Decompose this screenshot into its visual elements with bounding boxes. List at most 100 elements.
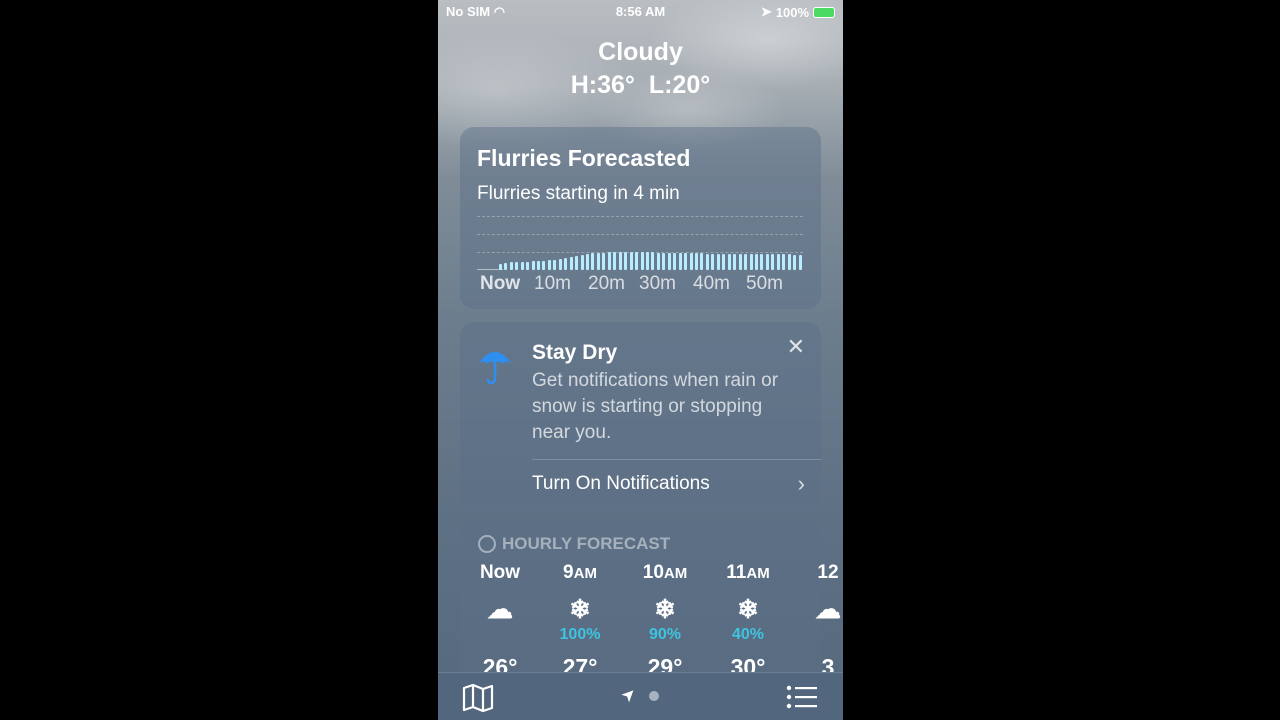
precip-bar bbox=[705, 253, 709, 270]
precip-bar bbox=[651, 252, 655, 270]
weather-app: No SIM ◠ 8:56 AM ➤ 100% Cloudy H:36° L:20… bbox=[438, 0, 843, 720]
hourly-item: 12 ☁ 3 bbox=[798, 562, 843, 681]
hour-label: 10AM bbox=[642, 562, 688, 583]
precip-bar bbox=[515, 262, 519, 270]
condition: Cloudy bbox=[598, 38, 683, 66]
precip-bar bbox=[629, 251, 633, 270]
precip-bar bbox=[504, 262, 508, 270]
precip-bar bbox=[695, 253, 698, 270]
precip-bar bbox=[645, 252, 649, 270]
map-icon[interactable] bbox=[462, 684, 494, 712]
precip-bar bbox=[613, 252, 617, 270]
divider bbox=[532, 459, 821, 460]
precip-bar bbox=[558, 259, 562, 270]
precip-bar bbox=[602, 252, 606, 270]
x-label: 40m bbox=[693, 273, 730, 294]
umbrella-icon bbox=[478, 352, 512, 385]
precip-bar bbox=[684, 253, 688, 270]
x-label: 30m bbox=[639, 273, 676, 294]
cloud-icon: ☁ bbox=[487, 594, 513, 624]
precip-bar bbox=[618, 251, 622, 270]
hour-label: Now bbox=[479, 562, 521, 583]
precip-bar bbox=[520, 261, 524, 270]
x-label: 10m bbox=[534, 273, 571, 294]
precip-bar bbox=[727, 253, 731, 270]
precip-title: Flurries Forecasted bbox=[477, 145, 691, 171]
chevron-right-icon[interactable]: › bbox=[798, 471, 805, 497]
precip-bar bbox=[793, 254, 797, 270]
precip-subtitle: Flurries starting in 4 min bbox=[477, 183, 680, 204]
precip-chance bbox=[798, 626, 843, 646]
precip-bar bbox=[564, 258, 568, 270]
precip-chart bbox=[477, 216, 807, 270]
precip-bar bbox=[700, 253, 704, 270]
snowflake-icon: ❄ bbox=[737, 594, 759, 624]
notify-card: Stay Dry ✕ Get notifications when rain o… bbox=[460, 322, 821, 508]
hourly-item: 10AM ❄ 90% 29° bbox=[635, 562, 695, 681]
precip-bar bbox=[542, 260, 546, 270]
precip-card[interactable]: Flurries Forecasted Flurries starting in… bbox=[460, 127, 821, 309]
precip-bar bbox=[798, 254, 802, 270]
clock-icon bbox=[478, 535, 496, 553]
precip-bar bbox=[596, 252, 600, 270]
precip-bar bbox=[656, 252, 660, 270]
precip-bar bbox=[722, 253, 726, 270]
snowflake-icon: ❄ bbox=[654, 594, 676, 624]
close-icon[interactable]: ✕ bbox=[787, 334, 805, 360]
precip-bar bbox=[782, 254, 786, 270]
precip-bar bbox=[662, 252, 666, 270]
precip-bar bbox=[531, 261, 535, 270]
precip-chance bbox=[470, 626, 530, 646]
precip-chance: 90% bbox=[648, 626, 682, 643]
precip-bar bbox=[787, 254, 791, 270]
notify-description: Get notifications when rain or snow is s… bbox=[532, 370, 779, 443]
hourly-title: HOURLY FORECAST bbox=[502, 534, 671, 553]
precip-bar bbox=[776, 254, 780, 270]
precip-bar bbox=[569, 257, 573, 270]
precip-bar bbox=[771, 254, 775, 270]
hourly-item: 9AM ❄ 100% 27° bbox=[550, 562, 610, 681]
hour-label: 9AM bbox=[563, 562, 597, 583]
precip-bar bbox=[689, 253, 693, 270]
precip-bar bbox=[738, 253, 742, 270]
precip-bar bbox=[509, 262, 513, 270]
precip-bar bbox=[498, 263, 502, 270]
turn-on-notifications-button[interactable]: Turn On Notifications bbox=[532, 473, 710, 495]
precip-bar bbox=[711, 253, 715, 270]
precip-chance: 40% bbox=[731, 626, 765, 643]
precip-bar bbox=[607, 252, 611, 270]
status-bar: No SIM ◠ 8:56 AM ➤ 100% bbox=[438, 4, 843, 20]
location-icon[interactable]: ➤ bbox=[617, 683, 641, 707]
precip-bar bbox=[526, 261, 530, 270]
precip-bar bbox=[575, 255, 579, 270]
precip-bar bbox=[536, 261, 540, 270]
x-label: 20m bbox=[588, 273, 625, 294]
precip-bar bbox=[667, 252, 671, 270]
precip-bar bbox=[591, 253, 595, 270]
precip-bar bbox=[635, 252, 639, 270]
battery-icon bbox=[813, 6, 835, 18]
precip-bar bbox=[624, 251, 628, 270]
battery-percent: 100% bbox=[775, 4, 809, 20]
location-arrow-icon: ➤ bbox=[760, 4, 772, 19]
precip-bar bbox=[733, 253, 737, 270]
snowflake-icon: ❄ bbox=[569, 594, 591, 624]
notify-title: Stay Dry bbox=[532, 341, 618, 364]
list-icon[interactable] bbox=[786, 685, 818, 709]
precip-bar bbox=[749, 254, 753, 270]
x-label: Now bbox=[480, 273, 521, 294]
precip-bar bbox=[586, 253, 589, 270]
hour-label: 11AM bbox=[726, 562, 770, 583]
precip-bar bbox=[640, 252, 644, 270]
hourly-item: Now ☁ 26° bbox=[470, 562, 530, 681]
tab-bar: ➤ bbox=[438, 672, 843, 720]
page-dot[interactable] bbox=[649, 691, 659, 701]
precip-bar bbox=[716, 253, 720, 270]
cloud-icon: ☁ bbox=[815, 594, 841, 624]
precip-bar bbox=[765, 254, 769, 270]
high-low: H:36° L:20° bbox=[570, 71, 711, 99]
precip-chance: 100% bbox=[559, 626, 601, 643]
precip-bar bbox=[547, 260, 551, 270]
precip-bar bbox=[754, 254, 758, 270]
precip-bar bbox=[760, 254, 764, 270]
